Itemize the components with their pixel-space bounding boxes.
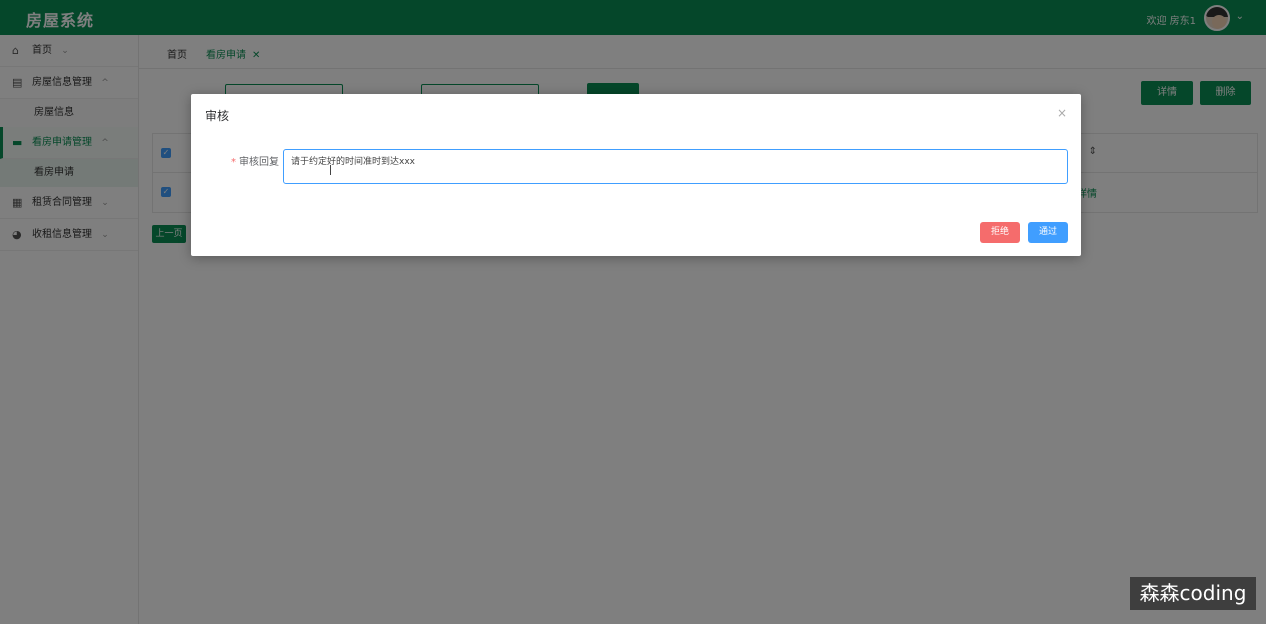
text-cursor-icon <box>330 165 332 175</box>
dialog-title: 审核 <box>205 109 230 123</box>
reply-textarea[interactable]: 请于约定好的时间准时到达xxx <box>283 149 1068 184</box>
close-icon[interactable]: × <box>1057 106 1067 120</box>
reject-button[interactable]: 拒绝 <box>980 222 1020 243</box>
review-dialog: 审核 × * 审核回复 请于约定好的时间准时到达xxx 拒绝 通过 <box>191 94 1081 256</box>
reply-label-text: 审核回复 <box>239 157 279 168</box>
watermark: 森森coding <box>1130 577 1256 610</box>
required-mark: * <box>231 157 236 168</box>
pass-button[interactable]: 通过 <box>1028 222 1068 243</box>
reply-label: * 审核回复 <box>231 153 279 168</box>
